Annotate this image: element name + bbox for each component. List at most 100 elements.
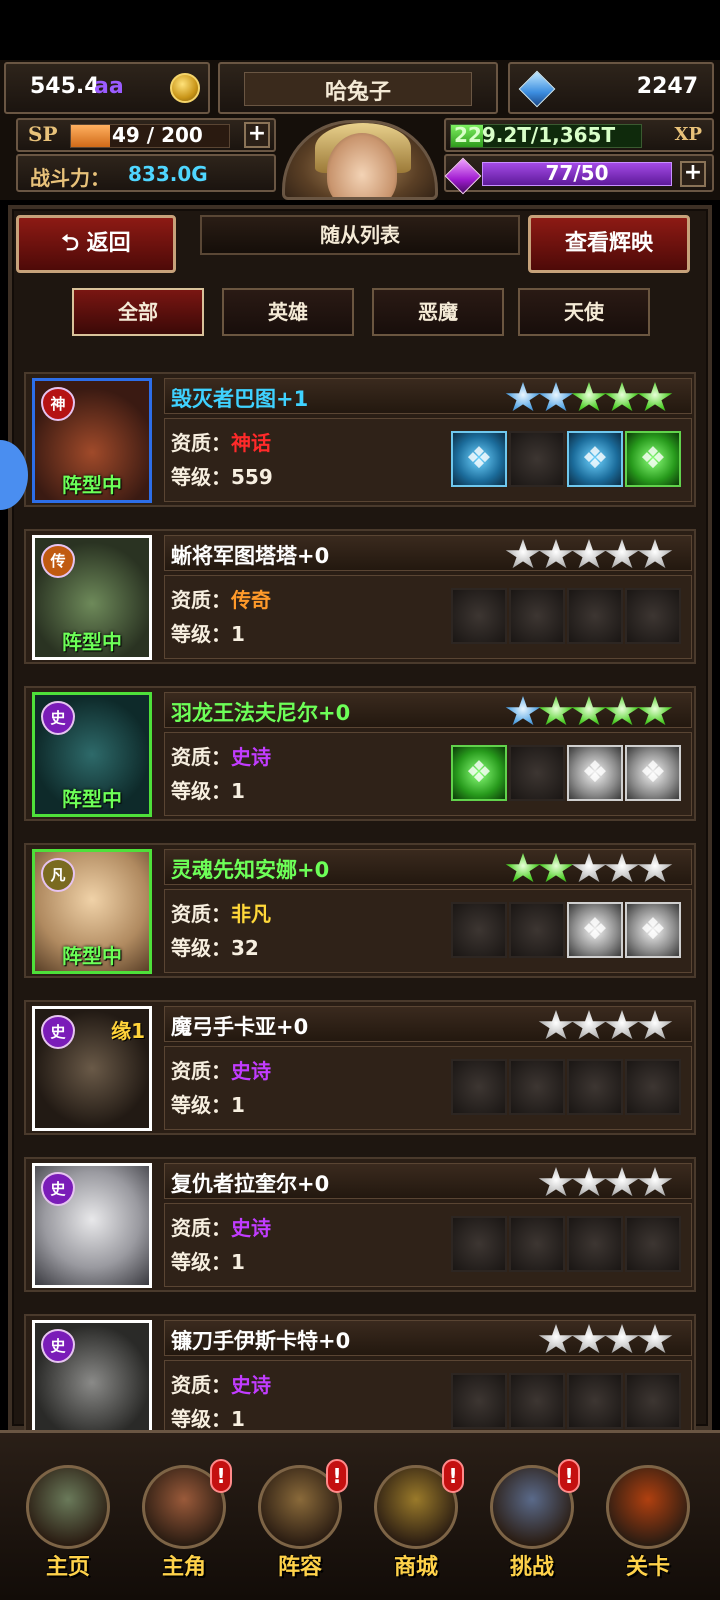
skill-rune-icon[interactable]: ❖ bbox=[625, 902, 681, 958]
skill-slots bbox=[451, 588, 683, 646]
level-label: 等级： bbox=[171, 779, 231, 803]
hero-card[interactable]: 神阵型中 毁灭者巴图+1 资质：神话 等级：559 ❖ ❖ ❖ bbox=[24, 372, 696, 507]
nav-tab[interactable]: 阵容! bbox=[248, 1457, 352, 1585]
star-icon bbox=[538, 382, 574, 412]
gold-amount: 545.4 bbox=[30, 74, 100, 99]
back-button-label: 返回 bbox=[86, 231, 131, 256]
nav-tab[interactable]: 商城! bbox=[364, 1457, 468, 1585]
skill-rune-icon[interactable]: ❖ bbox=[451, 431, 507, 487]
hero-name-bar: 镰刀手伊斯卡特+0 bbox=[164, 1320, 692, 1356]
empty-skill-slot[interactable] bbox=[509, 1059, 565, 1115]
skill-slots: ❖ ❖ ❖ bbox=[451, 745, 683, 803]
empty-skill-slot[interactable] bbox=[625, 1373, 681, 1429]
hero-card[interactable]: 史缘1 魔弓手卡亚+0 资质：史诗 等级：1 bbox=[24, 1000, 696, 1135]
hero-name-bar: 灵魂先知安娜+0 bbox=[164, 849, 692, 885]
star-icon bbox=[571, 853, 607, 883]
nav-tab[interactable]: 主页 bbox=[16, 1457, 120, 1585]
star-icon bbox=[538, 1010, 574, 1040]
star-icon bbox=[571, 696, 607, 726]
star-icon bbox=[637, 853, 673, 883]
star-icon bbox=[538, 1324, 574, 1354]
quality-label: 资质： bbox=[171, 1059, 231, 1083]
star-icon bbox=[571, 1010, 607, 1040]
empty-skill-slot[interactable] bbox=[567, 1216, 623, 1272]
nav-tab-label: 关卡 bbox=[625, 1555, 670, 1580]
filter-hero[interactable]: 英雄 bbox=[222, 288, 354, 336]
hero-card[interactable]: 史镰刀手伊斯卡特+0 资质：史诗 等级：1 bbox=[24, 1314, 696, 1449]
empty-skill-slot[interactable] bbox=[451, 1216, 507, 1272]
quality-label: 资质： bbox=[171, 431, 231, 455]
empty-skill-slot[interactable] bbox=[509, 1373, 565, 1429]
empty-skill-slot[interactable] bbox=[509, 1216, 565, 1272]
empty-skill-slot[interactable] bbox=[509, 588, 565, 644]
hero-avatar[interactable]: 凡阵型中 bbox=[32, 849, 152, 974]
quality-value: 史诗 bbox=[231, 745, 271, 769]
hero-info: 资质：非凡 等级：32 ❖ ❖ bbox=[164, 889, 692, 973]
nav-tab[interactable]: 关卡 bbox=[596, 1457, 700, 1585]
empty-skill-slot[interactable] bbox=[509, 902, 565, 958]
quality-label: 资质： bbox=[171, 902, 231, 926]
star-icon bbox=[604, 1010, 640, 1040]
skill-rune-icon[interactable]: ❖ bbox=[625, 431, 681, 487]
page-title: 随从列表 bbox=[200, 215, 520, 255]
sp-panel: SP 49 / 200 + bbox=[16, 118, 276, 152]
quality-row: 资质：传奇 bbox=[171, 584, 271, 613]
star-icon bbox=[604, 1167, 640, 1197]
hero-card[interactable]: 史复仇者拉奎尔+0 资质：史诗 等级：1 bbox=[24, 1157, 696, 1292]
hero-avatar[interactable]: 神阵型中 bbox=[32, 378, 152, 503]
hero-avatar[interactable]: 史 bbox=[32, 1320, 152, 1445]
empty-skill-slot[interactable] bbox=[451, 902, 507, 958]
back-button[interactable]: ⮌ 返回 bbox=[16, 215, 176, 273]
hero-avatar[interactable]: 史阵型中 bbox=[32, 692, 152, 817]
view-glory-button[interactable]: 查看辉映 bbox=[528, 215, 690, 273]
quality-row: 资质：神话 bbox=[171, 427, 271, 456]
return-arrow-icon: ⮌ bbox=[61, 231, 79, 256]
star-icon bbox=[538, 1167, 574, 1197]
rune-glyph-icon: ❖ bbox=[581, 755, 609, 790]
hero-name-bar: 毁灭者巴图+1 bbox=[164, 378, 692, 414]
star-icon bbox=[637, 539, 673, 569]
empty-skill-slot[interactable] bbox=[625, 1059, 681, 1115]
level-value: 1 bbox=[231, 1093, 245, 1117]
empty-skill-slot[interactable] bbox=[567, 1059, 623, 1115]
skill-rune-icon[interactable]: ❖ bbox=[625, 745, 681, 801]
rune-glyph-icon: ❖ bbox=[465, 755, 493, 790]
skill-rune-icon[interactable]: ❖ bbox=[567, 902, 623, 958]
empty-skill-slot[interactable] bbox=[451, 1373, 507, 1429]
hero-card[interactable]: 史阵型中 羽龙王法夫尼尔+0 资质：史诗 等级：1 ❖ ❖ ❖ bbox=[24, 686, 696, 821]
filter-demon[interactable]: 恶魔 bbox=[372, 288, 504, 336]
empty-skill-slot[interactable] bbox=[509, 431, 565, 487]
empty-skill-slot[interactable] bbox=[625, 588, 681, 644]
nav-tab[interactable]: 主角! bbox=[132, 1457, 236, 1585]
sp-add-button[interactable]: + bbox=[244, 122, 270, 148]
skill-rune-icon[interactable]: ❖ bbox=[567, 745, 623, 801]
star-rating bbox=[538, 1324, 673, 1354]
filter-all[interactable]: 全部 bbox=[72, 288, 204, 336]
skill-rune-icon[interactable]: ❖ bbox=[567, 431, 623, 487]
hero-card[interactable]: 传阵型中 蜥将军图塔塔+0 资质：传奇 等级：1 bbox=[24, 529, 696, 664]
sp-value: 49 / 200 bbox=[112, 123, 203, 147]
hero-card[interactable]: 凡阵型中 灵魂先知安娜+0 资质：非凡 等级：32 ❖ ❖ bbox=[24, 843, 696, 978]
hero-avatar[interactable]: 传阵型中 bbox=[32, 535, 152, 660]
hero-avatar[interactable]: 史缘1 bbox=[32, 1006, 152, 1131]
alert-badge: ! bbox=[442, 1459, 464, 1493]
energy-add-button[interactable]: + bbox=[680, 161, 706, 187]
nav-tab[interactable]: 挑战! bbox=[480, 1457, 584, 1585]
filter-angel[interactable]: 天使 bbox=[518, 288, 650, 336]
level-row: 等级：1 bbox=[171, 1246, 245, 1275]
empty-skill-slot[interactable] bbox=[451, 1059, 507, 1115]
empty-skill-slot[interactable] bbox=[567, 1373, 623, 1429]
quality-value: 史诗 bbox=[231, 1373, 271, 1397]
empty-skill-slot[interactable] bbox=[509, 745, 565, 801]
empty-skill-slot[interactable] bbox=[567, 588, 623, 644]
empty-skill-slot[interactable] bbox=[625, 1216, 681, 1272]
star-icon bbox=[604, 539, 640, 569]
skill-rune-icon[interactable]: ❖ bbox=[451, 745, 507, 801]
empty-skill-slot[interactable] bbox=[451, 588, 507, 644]
level-row: 等级：32 bbox=[171, 932, 259, 961]
gem-panel: 2247 bbox=[508, 62, 714, 114]
quality-value: 史诗 bbox=[231, 1216, 271, 1240]
quality-row: 资质：史诗 bbox=[171, 1212, 271, 1241]
nav-tab-label: 主页 bbox=[45, 1555, 90, 1580]
hero-avatar[interactable]: 史 bbox=[32, 1163, 152, 1288]
